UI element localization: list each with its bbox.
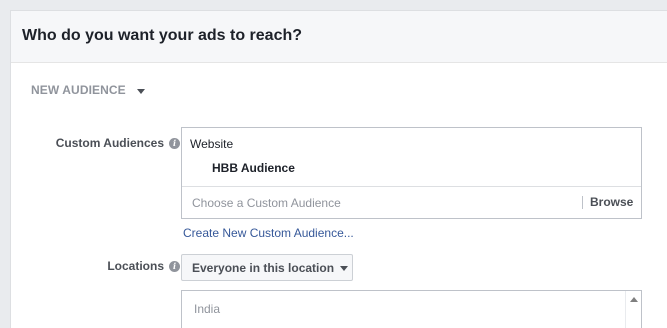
chevron-down-icon [340,266,349,271]
location-item[interactable]: India [194,302,220,316]
scrollbar[interactable] [625,291,641,328]
audience-panel: Who do you want your ads to reach? NEW A… [10,10,667,328]
custom-audience-search-input[interactable] [192,194,572,212]
location-type-value: Everyone in this location [192,260,335,275]
panel-title: Who do you want your ads to reach? [22,27,303,44]
info-icon[interactable]: i [169,137,180,149]
locations-box: India [181,290,642,328]
divider [182,186,641,187]
create-custom-audience-link[interactable]: Create New Custom Audience... [183,226,354,240]
panel-header: Who do you want your ads to reach? [11,11,667,63]
info-icon[interactable]: i [169,260,180,272]
browse-button[interactable]: Browse [590,195,633,209]
locations-label-row: Locations i [107,259,180,273]
chevron-down-icon [136,88,145,94]
custom-audiences-box: Website HBB Audience Browse [181,127,642,219]
custom-audiences-label-row: Custom Audiences i [56,136,180,150]
new-audience-label: NEW AUDIENCE [31,83,126,97]
new-audience-dropdown[interactable]: NEW AUDIENCE [31,83,145,97]
custom-audience-item[interactable]: HBB Audience [212,161,295,175]
browse-divider [582,196,583,209]
locations-label: Locations [107,259,164,273]
scroll-up-arrow-icon[interactable] [630,297,638,302]
location-type-select[interactable]: Everyone in this location [181,254,353,281]
custom-audiences-label: Custom Audiences [55,136,164,150]
custom-audience-group-title: Website [190,137,234,151]
